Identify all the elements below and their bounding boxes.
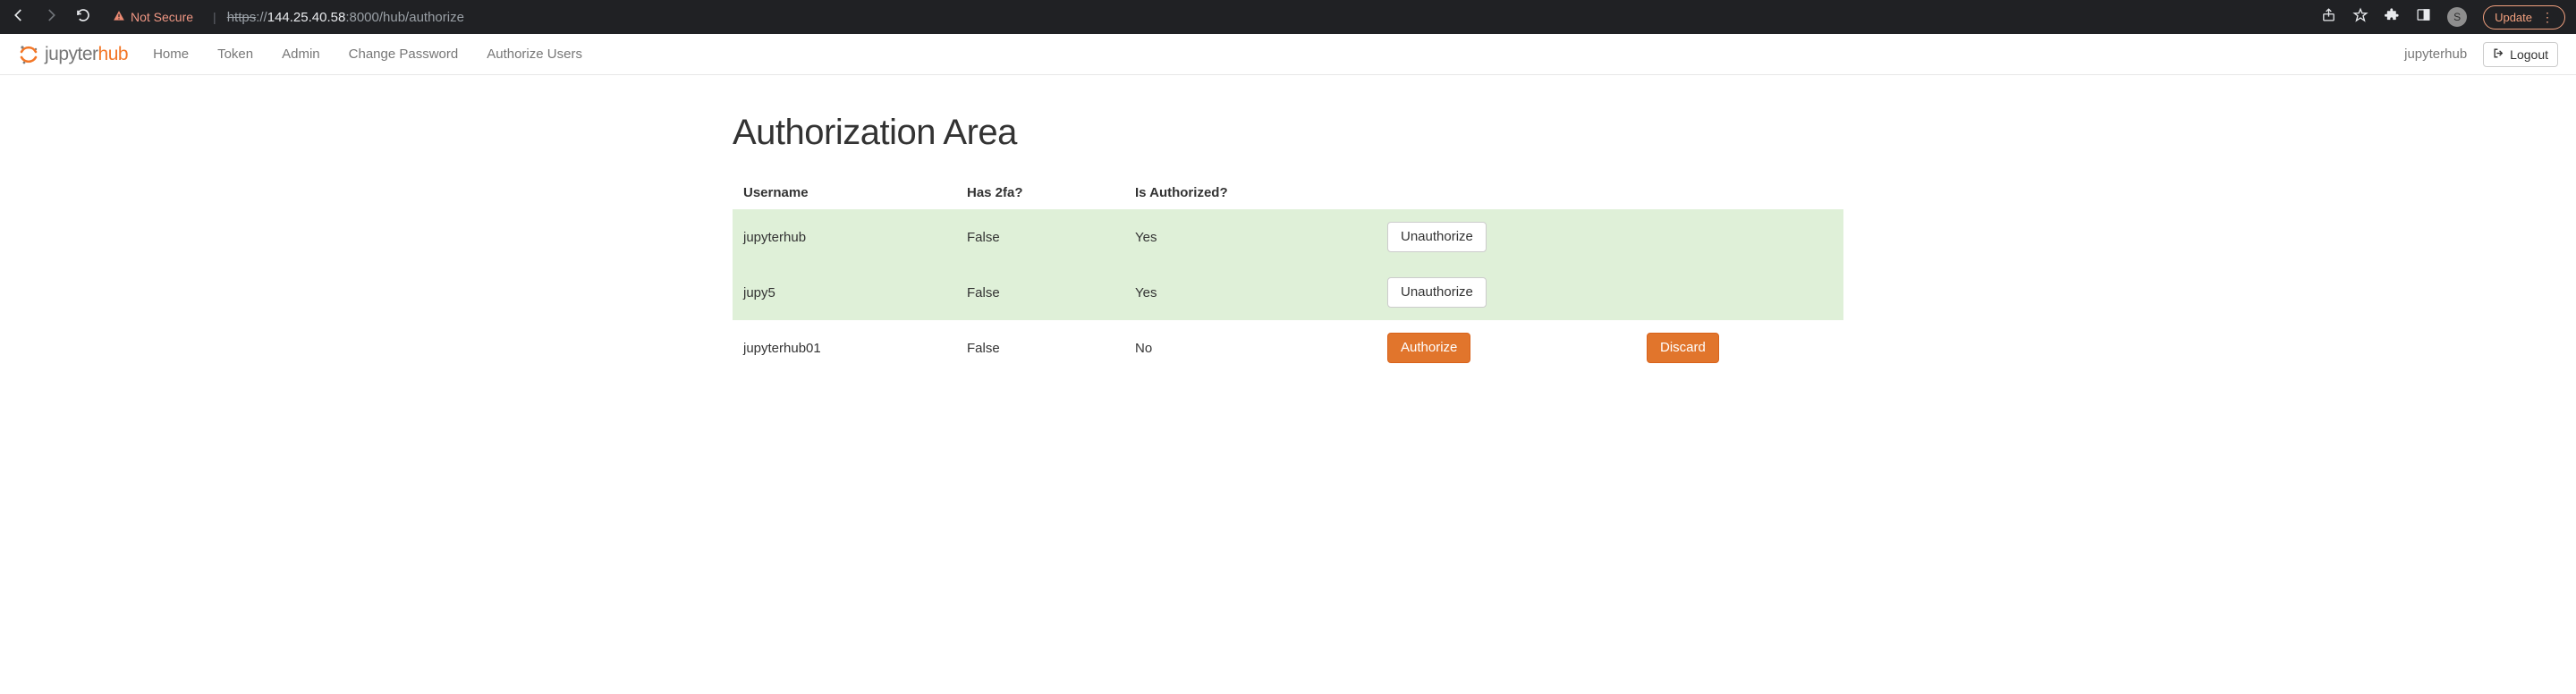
jupyterhub-logo[interactable]: jupyterhub: [18, 44, 128, 65]
nav-username: jupyterhub: [2404, 47, 2467, 62]
logout-button[interactable]: Logout: [2483, 42, 2558, 67]
menu-dots-icon[interactable]: ⋮: [2541, 10, 2554, 25]
browser-chrome-bar: Not Secure | https://144.25.40.58:8000/h…: [0, 0, 2576, 34]
cell-action2: Discard: [1636, 320, 1843, 376]
browser-nav-icons: [11, 7, 91, 28]
nav-admin[interactable]: Admin: [282, 47, 320, 62]
forward-icon[interactable]: [43, 7, 59, 28]
unauthorize-button[interactable]: Unauthorize: [1387, 277, 1487, 308]
cell-action2: [1636, 209, 1843, 265]
table-header-row: Username Has 2fa? Is Authorized?: [733, 176, 1843, 209]
cell-action1: Unauthorize: [1377, 265, 1636, 320]
nav-right: jupyterhub Logout: [2404, 42, 2558, 67]
page-title: Authorization Area: [733, 113, 1843, 153]
nav-home[interactable]: Home: [153, 47, 189, 62]
cell-is-authorized: Yes: [1124, 209, 1377, 265]
th-username: Username: [733, 176, 956, 209]
cell-has-2fa: False: [956, 265, 1124, 320]
url-scheme-sep: ://: [256, 10, 267, 25]
update-button[interactable]: Update ⋮: [2483, 5, 2565, 30]
th-is-authorized: Is Authorized?: [1124, 176, 1377, 209]
authorize-button[interactable]: Authorize: [1387, 333, 1470, 363]
signout-icon: [2493, 47, 2504, 62]
cell-is-authorized: Yes: [1124, 265, 1377, 320]
browser-right-icons: S Update ⋮: [2321, 5, 2565, 30]
security-label: Not Secure: [131, 10, 193, 24]
nav-authorize-users[interactable]: Authorize Users: [487, 47, 582, 62]
cell-has-2fa: False: [956, 320, 1124, 376]
back-icon[interactable]: [11, 7, 27, 28]
reload-icon[interactable]: [75, 7, 91, 28]
address-bar[interactable]: https://144.25.40.58:8000/hub/authorize: [227, 10, 2314, 25]
th-action1: [1377, 176, 1636, 209]
nav-token[interactable]: Token: [217, 47, 253, 62]
jupyter-logo-icon: [18, 44, 39, 65]
panel-icon[interactable]: [2416, 7, 2431, 27]
update-label: Update: [2495, 11, 2532, 24]
cell-has-2fa: False: [956, 209, 1124, 265]
separator: |: [213, 10, 216, 24]
cell-username: jupyterhub01: [733, 320, 956, 376]
cell-action1: Authorize: [1377, 320, 1636, 376]
unauthorize-button[interactable]: Unauthorize: [1387, 222, 1487, 252]
th-action2: [1636, 176, 1843, 209]
star-icon[interactable]: [2352, 7, 2368, 28]
share-icon[interactable]: [2321, 7, 2336, 27]
table-row: jupy5 False Yes Unauthorize: [733, 265, 1843, 320]
table-row: jupyterhub01 False No Authorize Discard: [733, 320, 1843, 376]
extensions-icon[interactable]: [2385, 7, 2400, 27]
profile-avatar[interactable]: S: [2447, 7, 2467, 27]
main-container: Authorization Area Username Has 2fa? Is …: [733, 75, 1843, 411]
table-row: jupyterhub False Yes Unauthorize: [733, 209, 1843, 265]
logo-text: jupyterhub: [45, 44, 128, 65]
cell-action1: Unauthorize: [1377, 209, 1636, 265]
cell-username: jupyterhub: [733, 209, 956, 265]
url-host: 144.25.40.58: [267, 10, 346, 25]
logout-label: Logout: [2510, 47, 2548, 62]
avatar-letter: S: [2453, 11, 2461, 23]
th-has-2fa: Has 2fa?: [956, 176, 1124, 209]
security-warning[interactable]: Not Secure: [113, 10, 193, 25]
app-navbar: jupyterhub Home Token Admin Change Passw…: [0, 34, 2576, 75]
nav-links: Home Token Admin Change Password Authori…: [153, 47, 582, 62]
cell-action2: [1636, 265, 1843, 320]
warning-triangle-icon: [113, 10, 125, 25]
cell-username: jupy5: [733, 265, 956, 320]
nav-change-password[interactable]: Change Password: [349, 47, 459, 62]
url-path: :8000/hub/authorize: [345, 10, 464, 25]
discard-button[interactable]: Discard: [1647, 333, 1719, 363]
url-scheme: https: [227, 10, 257, 25]
authorization-table: Username Has 2fa? Is Authorized? jupyter…: [733, 176, 1843, 376]
cell-is-authorized: No: [1124, 320, 1377, 376]
